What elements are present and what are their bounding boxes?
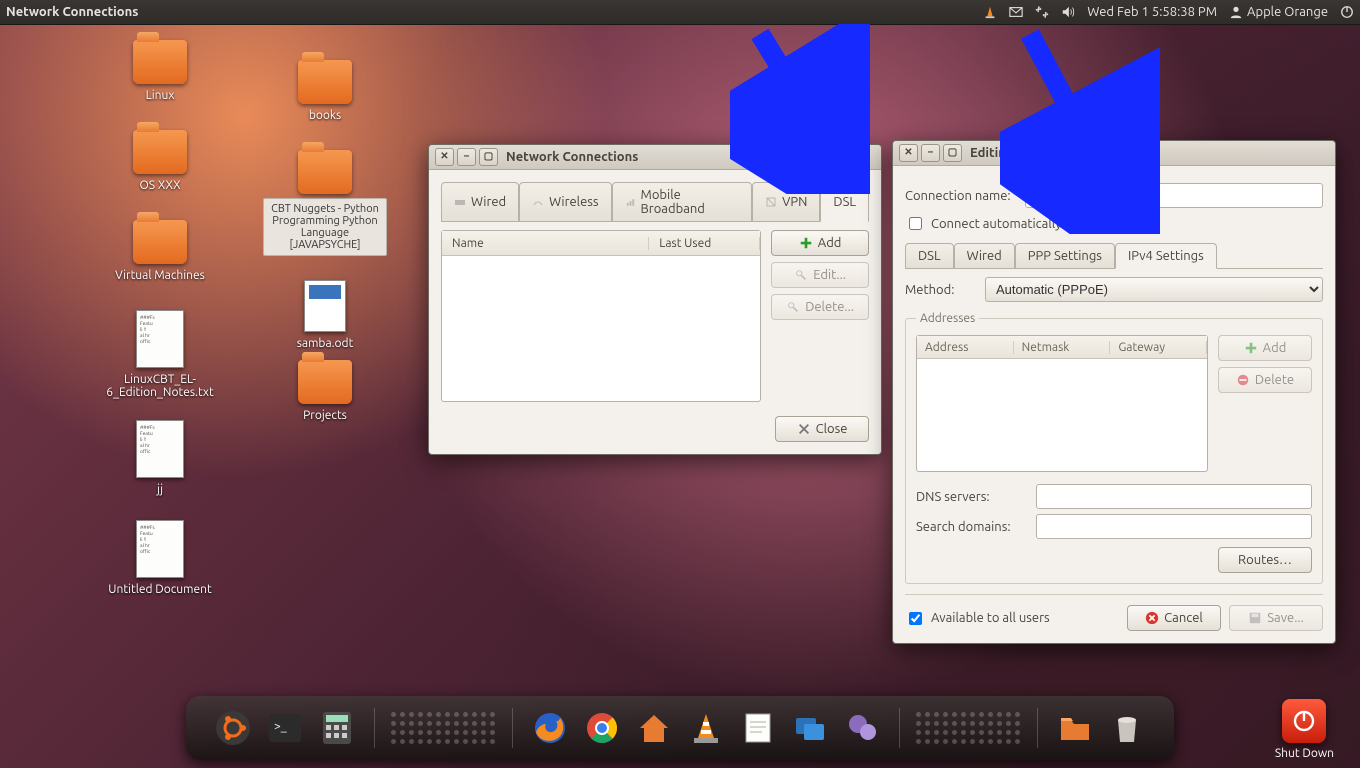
add-button[interactable]: Add	[771, 230, 869, 256]
top-panel: Network Connections Wed Feb 1 5:58:38 PM…	[0, 0, 1360, 24]
connection-type-tabs: WiredWirelessMobile BroadbandVPNDSL	[441, 182, 869, 222]
panel-title: Network Connections	[6, 5, 138, 19]
close-button[interactable]: ✕	[899, 144, 918, 162]
dns-input[interactable]	[1036, 484, 1312, 509]
dock-trash-icon[interactable]	[1106, 707, 1148, 749]
connect-automatically-checkbox[interactable]: Connect automatically	[905, 214, 1323, 233]
clock[interactable]: Wed Feb 1 5:58:38 PM	[1087, 5, 1217, 19]
method-select[interactable]: Automatic (PPPoE)	[985, 277, 1323, 302]
col-netmask[interactable]: Netmask	[1014, 341, 1111, 354]
vlc-tray-icon[interactable]	[983, 5, 997, 19]
available-all-users-checkbox[interactable]: Available to all users	[905, 609, 1050, 628]
search-domains-input[interactable]	[1036, 514, 1312, 539]
tab-wired[interactable]: Wired	[954, 243, 1015, 269]
tab-dsl[interactable]: DSL	[820, 182, 869, 222]
svg-text:>_: >_	[274, 720, 287, 733]
dock-firefox-icon[interactable]	[529, 707, 571, 749]
desktop-icon[interactable]: ###FsFeatuli !!al hrofficUntitled Docume…	[95, 520, 225, 597]
dock-gedit-icon[interactable]	[737, 707, 779, 749]
dock-home-icon[interactable]	[633, 707, 675, 749]
address-add-button[interactable]: Add	[1218, 335, 1312, 361]
tab-vpn[interactable]: VPN	[752, 182, 820, 222]
dock-folder-icon[interactable]	[1054, 707, 1096, 749]
connection-list[interactable]: Name Last Used	[441, 230, 761, 402]
shutdown-icon[interactable]	[1340, 5, 1354, 19]
sound-icon[interactable]	[1061, 5, 1075, 19]
desktop-icon[interactable]: ###FsFeatuli !!al hrofficjj	[95, 420, 225, 497]
dock-calculator-icon[interactable]	[316, 707, 358, 749]
tab-ppp-settings[interactable]: PPP Settings	[1015, 243, 1115, 269]
desktop-icon[interactable]: Virtual Machines	[95, 220, 225, 283]
window-title: Editing DSL connection 1	[970, 146, 1122, 160]
col-gateway[interactable]: Gateway	[1110, 341, 1207, 354]
mail-icon[interactable]	[1009, 5, 1023, 19]
dock-running-apps	[391, 712, 496, 745]
shutdown-launcher[interactable]: Shut Down	[1275, 699, 1334, 760]
dns-label: DNS servers:	[916, 490, 1026, 504]
addresses-table[interactable]: Address Netmask Gateway	[916, 335, 1208, 472]
search-domains-label: Search domains:	[916, 520, 1026, 534]
tab-ipv4-settings[interactable]: IPv4 Settings	[1115, 243, 1217, 269]
delete-button[interactable]: Delete...	[771, 294, 869, 320]
addresses-fieldset: Addresses Address Netmask Gateway Add De…	[905, 312, 1323, 584]
desktop-icon[interactable]: samba.odt	[260, 280, 390, 351]
desktop-icon[interactable]: books	[260, 60, 390, 123]
col-address[interactable]: Address	[917, 341, 1014, 354]
cancel-button[interactable]: Cancel	[1127, 605, 1221, 631]
addresses-legend: Addresses	[916, 312, 979, 325]
desktop-icon[interactable]: CBT Nuggets - Python Programming Python …	[260, 150, 390, 256]
close-button[interactable]: Close	[775, 416, 869, 442]
save-button[interactable]: Save...	[1229, 605, 1323, 631]
maximize-button[interactable]: ▢	[943, 144, 962, 162]
close-button[interactable]: ✕	[435, 148, 454, 166]
titlebar[interactable]: ✕ – ▢ Network Connections	[429, 145, 881, 170]
connection-name-label: Connection name:	[905, 189, 1015, 203]
window-title: Network Connections	[506, 150, 638, 164]
routes-button[interactable]: Routes…	[1218, 547, 1312, 573]
desktop-icon[interactable]: Linux	[95, 40, 225, 103]
network-icon[interactable]	[1035, 5, 1049, 19]
dock-places	[916, 712, 1021, 745]
user-menu[interactable]: Apple Orange	[1229, 5, 1328, 19]
shutdown-label: Shut Down	[1275, 747, 1334, 760]
tab-wireless[interactable]: Wireless	[519, 182, 611, 222]
desktop-icon[interactable]: Projects	[260, 360, 390, 423]
col-name[interactable]: Name	[442, 237, 649, 250]
dock-vlc-icon[interactable]	[685, 707, 727, 749]
dock-terminal-icon[interactable]: >_	[264, 707, 306, 749]
tab-wired[interactable]: Wired	[441, 182, 519, 222]
maximize-button[interactable]: ▢	[479, 148, 498, 166]
edit-dsl-window: ✕ – ▢ Editing DSL connection 1 Connectio…	[892, 140, 1336, 644]
desktop-icon[interactable]: OS XXX	[95, 130, 225, 193]
method-label: Method:	[905, 283, 975, 297]
tab-dsl[interactable]: DSL	[905, 243, 954, 269]
desktop-icon[interactable]: ###FsFeatuli !!al hrofficLinuxCBT_EL-6_E…	[95, 310, 225, 400]
settings-tabs: DSLWiredPPP SettingsIPv4 Settings	[905, 243, 1323, 269]
dock-ubuntu-icon[interactable]	[212, 707, 254, 749]
minimize-button[interactable]: –	[921, 144, 940, 162]
edit-button[interactable]: Edit...	[771, 262, 869, 288]
minimize-button[interactable]: –	[457, 148, 476, 166]
address-delete-button[interactable]: Delete	[1218, 367, 1312, 393]
dock-chrome-icon[interactable]	[581, 707, 623, 749]
dock-vmware-icon[interactable]	[789, 707, 831, 749]
titlebar[interactable]: ✕ – ▢ Editing DSL connection 1	[893, 141, 1335, 166]
col-last-used[interactable]: Last Used	[649, 237, 760, 250]
network-connections-window: ✕ – ▢ Network Connections WiredWirelessM…	[428, 144, 882, 455]
connection-name-input[interactable]	[1025, 183, 1323, 208]
tab-mobile-broadband[interactable]: Mobile Broadband	[612, 182, 753, 222]
dock-pidgin-icon[interactable]	[841, 707, 883, 749]
dock: >_	[186, 696, 1174, 760]
